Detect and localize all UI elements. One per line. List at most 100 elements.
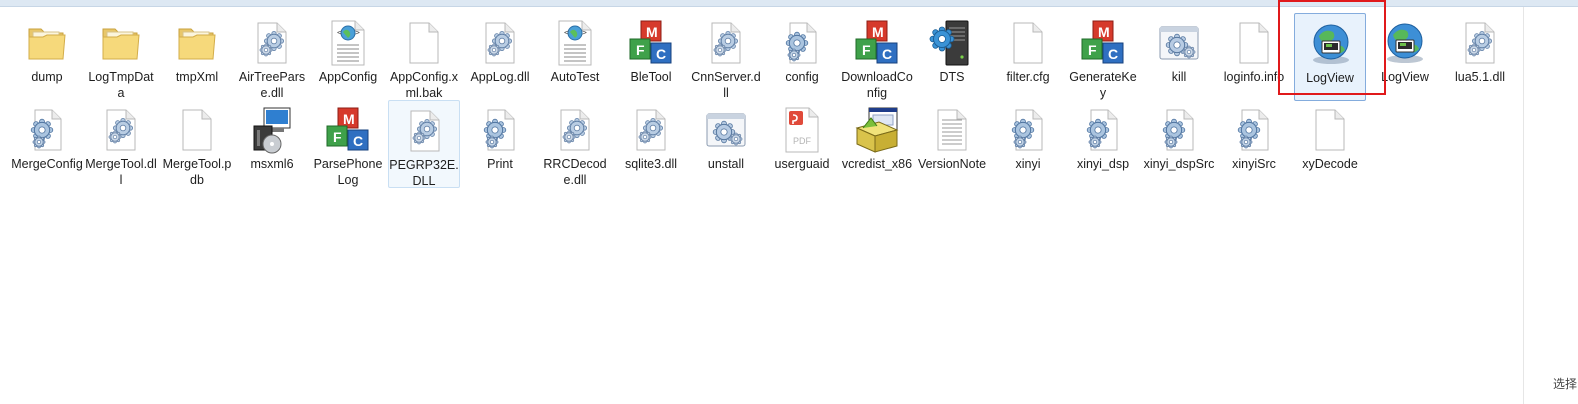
file-item[interactable]: tmpXml — [161, 13, 233, 101]
file-item[interactable]: AppLog.dll — [464, 13, 536, 101]
file-item[interactable]: xinyi — [992, 100, 1064, 188]
xml-globe-doc-icon: < > — [551, 19, 599, 67]
installer-package-icon — [248, 106, 296, 154]
svg-text:PDF: PDF — [793, 136, 812, 146]
file-item[interactable]: CnnServer.dll — [690, 13, 762, 101]
file-item[interactable]: M F C GenerateKey — [1067, 13, 1139, 101]
blank-file-icon — [400, 19, 448, 67]
file-item[interactable]: xinyiSrc — [1218, 100, 1290, 188]
file-item[interactable]: vcredist_x86 — [841, 100, 913, 188]
file-name-label: LogView — [1306, 71, 1354, 85]
setup-box-icon — [853, 106, 901, 154]
file-item[interactable]: MergeConfig — [11, 100, 83, 188]
file-item[interactable]: unstall — [690, 100, 762, 188]
folder-icon — [173, 19, 221, 67]
svg-text:C: C — [882, 46, 892, 62]
file-item[interactable]: filter.cfg — [992, 13, 1064, 101]
file-item[interactable]: M F C DownloadConfig — [841, 13, 913, 101]
mfc-app-icon: M F C — [627, 19, 675, 67]
dll-gear-icon — [551, 106, 599, 154]
file-name-label: AppConfig — [318, 70, 378, 84]
svg-text:F: F — [1088, 42, 1097, 58]
preview-panel: 选择 — [1523, 7, 1578, 404]
blank-file-icon — [1230, 19, 1278, 67]
file-name-label: sqlite3.dll — [624, 157, 678, 171]
svg-text:C: C — [1108, 46, 1118, 62]
dll-gear-icon — [1456, 19, 1504, 67]
file-item[interactable]: AirTreeParse.dll — [236, 13, 308, 101]
file-item[interactable]: AppConfig.xml.bak — [388, 13, 460, 101]
svg-text:<: < — [337, 28, 342, 37]
file-name-label: kill — [1171, 70, 1187, 84]
server-tower-icon — [928, 19, 976, 67]
file-item[interactable]: M F C ParsePhoneLog — [312, 100, 384, 188]
config-gears-icon — [476, 106, 524, 154]
batch-gear-icon — [1155, 19, 1203, 67]
file-name-label: dump — [31, 70, 63, 84]
file-name-label: xinyi_dsp — [1076, 157, 1130, 171]
file-item[interactable]: M F C BleTool — [615, 13, 687, 101]
globe-network-icon — [1381, 19, 1429, 67]
file-item[interactable]: DTS — [916, 13, 988, 101]
file-name-label: LogView — [1381, 70, 1429, 84]
file-name-label: MergeConfig — [11, 157, 83, 171]
file-item[interactable]: xinyi_dsp — [1067, 100, 1139, 188]
file-item[interactable]: config — [766, 13, 838, 101]
file-item[interactable]: PEGRP32E.DLL — [388, 100, 460, 188]
file-item[interactable]: MergeTool.dll — [85, 100, 157, 188]
config-gears-icon — [23, 106, 71, 154]
svg-text:M: M — [1098, 24, 1110, 40]
file-name-label: tmpXml — [175, 70, 219, 84]
file-item[interactable]: msxml6 — [236, 100, 308, 188]
file-item[interactable]: < > AutoTest — [539, 13, 611, 101]
file-item[interactable]: kill — [1143, 13, 1215, 101]
file-item[interactable]: lua5.1.dll — [1444, 13, 1516, 101]
preview-hint-text: 选择 — [1552, 377, 1577, 391]
window-top-edge — [0, 0, 1578, 7]
svg-text:F: F — [333, 129, 342, 145]
dll-gear-icon — [702, 19, 750, 67]
svg-text:F: F — [862, 42, 871, 58]
file-name-label: xinyiSrc — [1232, 157, 1276, 171]
file-item[interactable]: LogTmpData — [85, 13, 157, 101]
file-name-label: AppLog.dll — [470, 70, 530, 84]
pdf-file-icon: PDF — [778, 106, 826, 154]
blank-file-icon — [1004, 19, 1052, 67]
file-name-label: GenerateKey — [1069, 70, 1137, 100]
file-name-label: Print — [487, 157, 513, 171]
file-item[interactable]: sqlite3.dll — [615, 100, 687, 188]
file-list-pane[interactable]: dump LogTmpData tmpXml AirTreeParse.dll … — [0, 7, 1523, 404]
dll-gear-icon — [97, 106, 145, 154]
file-name-label: AutoTest — [550, 70, 600, 84]
file-item[interactable]: xyDecode — [1294, 100, 1366, 188]
file-item[interactable]: xinyi_dspSrc — [1143, 100, 1215, 188]
file-name-label: unstall — [707, 157, 745, 171]
blank-file-icon — [173, 106, 221, 154]
config-gears-icon — [1155, 106, 1203, 154]
file-item[interactable]: VersionNote — [916, 100, 988, 188]
folder-icon — [23, 19, 71, 67]
file-item[interactable]: RRCDecode.dll — [539, 100, 611, 188]
batch-gear-icon — [702, 106, 750, 154]
dll-gear-icon — [476, 19, 524, 67]
file-name-label: PEGRP32E.DLL — [389, 158, 459, 188]
file-item[interactable]: loginfo.info — [1218, 13, 1290, 101]
file-name-label: MergeTool.dll — [85, 157, 157, 187]
dll-gear-icon — [248, 19, 296, 67]
file-name-label: vcredist_x86 — [841, 157, 913, 171]
file-name-label: ParsePhoneLog — [313, 157, 383, 187]
file-item[interactable]: < > AppConfig — [312, 13, 384, 101]
file-name-label: filter.cfg — [1006, 70, 1050, 84]
file-item[interactable]: MergeTool.pdb — [161, 100, 233, 188]
file-name-label: MergeTool.pdb — [162, 157, 232, 187]
file-item[interactable]: Print — [464, 100, 536, 188]
file-item[interactable]: LogView — [1369, 13, 1441, 101]
text-file-icon — [928, 106, 976, 154]
file-item[interactable]: PDF userguaid — [766, 100, 838, 188]
svg-text:C: C — [656, 46, 666, 62]
file-name-label: xinyi_dspSrc — [1143, 157, 1215, 171]
file-item[interactable]: LogView — [1294, 13, 1366, 101]
file-item[interactable]: dump — [11, 13, 83, 101]
file-name-label: lua5.1.dll — [1454, 70, 1506, 84]
svg-text:C: C — [353, 133, 363, 149]
